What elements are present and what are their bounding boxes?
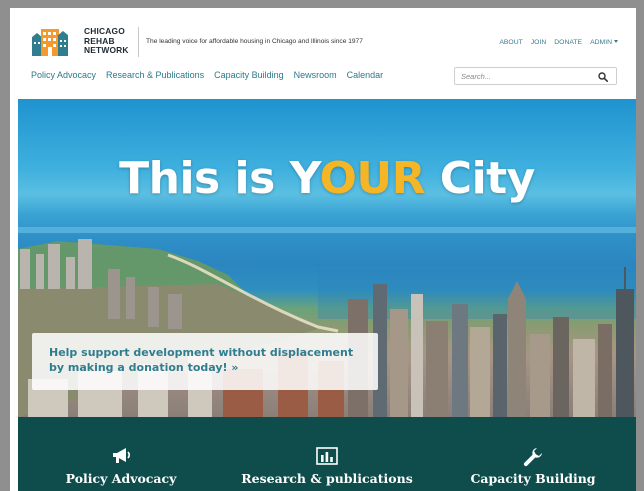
nav-research-publications[interactable]: Research & Publications bbox=[106, 70, 204, 80]
page: CHICAGO REHAB NETWORK The leading voice … bbox=[10, 8, 636, 491]
wrench-icon bbox=[523, 448, 542, 467]
feature-label: Capacity Building bbox=[470, 471, 596, 486]
logo-divider bbox=[138, 27, 139, 57]
util-nav-donate[interactable]: DONATE bbox=[554, 39, 582, 46]
hero-title-post: City bbox=[424, 153, 536, 204]
nav-policy-advocacy[interactable]: Policy Advocacy bbox=[31, 70, 96, 80]
logo-icon[interactable] bbox=[32, 26, 68, 56]
donation-cta-line: by making a donation today! » bbox=[49, 361, 239, 374]
megaphone-icon bbox=[113, 448, 131, 463]
donation-cta-line: Help support development without displac… bbox=[49, 346, 354, 359]
org-name[interactable]: CHICAGO REHAB NETWORK bbox=[84, 26, 129, 56]
feature-capacity-building[interactable]: Capacity Building bbox=[430, 417, 636, 491]
feature-policy-advocacy[interactable]: Policy Advocacy bbox=[18, 417, 224, 491]
feature-bar: Policy Advocacy Research & publications … bbox=[18, 417, 636, 491]
nav-calendar[interactable]: Calendar bbox=[347, 70, 384, 80]
util-nav-admin-label: ADMIN bbox=[590, 39, 612, 46]
tagline: The leading voice for affordable housing… bbox=[146, 38, 363, 45]
feature-label: Policy Advocacy bbox=[65, 471, 177, 486]
feature-label: Research & publications bbox=[241, 471, 413, 486]
hero-title-pre: This is Y bbox=[119, 153, 320, 204]
nav-newsroom[interactable]: Newsroom bbox=[294, 70, 337, 80]
hero-title: This is YOUR City bbox=[18, 153, 636, 204]
site-header: CHICAGO REHAB NETWORK The leading voice … bbox=[10, 8, 636, 98]
util-nav-about[interactable]: ABOUT bbox=[499, 39, 522, 46]
search-input[interactable] bbox=[461, 70, 591, 83]
util-nav-join[interactable]: JOIN bbox=[531, 39, 546, 46]
search-icon[interactable] bbox=[598, 72, 608, 82]
search-box bbox=[454, 67, 617, 85]
org-name-line: NETWORK bbox=[84, 45, 129, 56]
utility-nav: ABOUT JOIN DONATE ADMIN bbox=[499, 39, 618, 46]
nav-capacity-building[interactable]: Capacity Building bbox=[214, 70, 284, 80]
donation-cta[interactable]: Help support development without displac… bbox=[32, 333, 378, 390]
bar-chart-icon bbox=[316, 447, 338, 465]
feature-research-publications[interactable]: Research & publications bbox=[224, 417, 430, 491]
hero-title-accent: OUR bbox=[319, 153, 425, 204]
util-nav-admin[interactable]: ADMIN bbox=[590, 39, 618, 46]
caret-down-icon bbox=[614, 40, 618, 43]
main-nav: Policy Advocacy Research & Publications … bbox=[31, 70, 383, 80]
hero-banner: This is YOUR City Help support developme… bbox=[18, 99, 636, 417]
